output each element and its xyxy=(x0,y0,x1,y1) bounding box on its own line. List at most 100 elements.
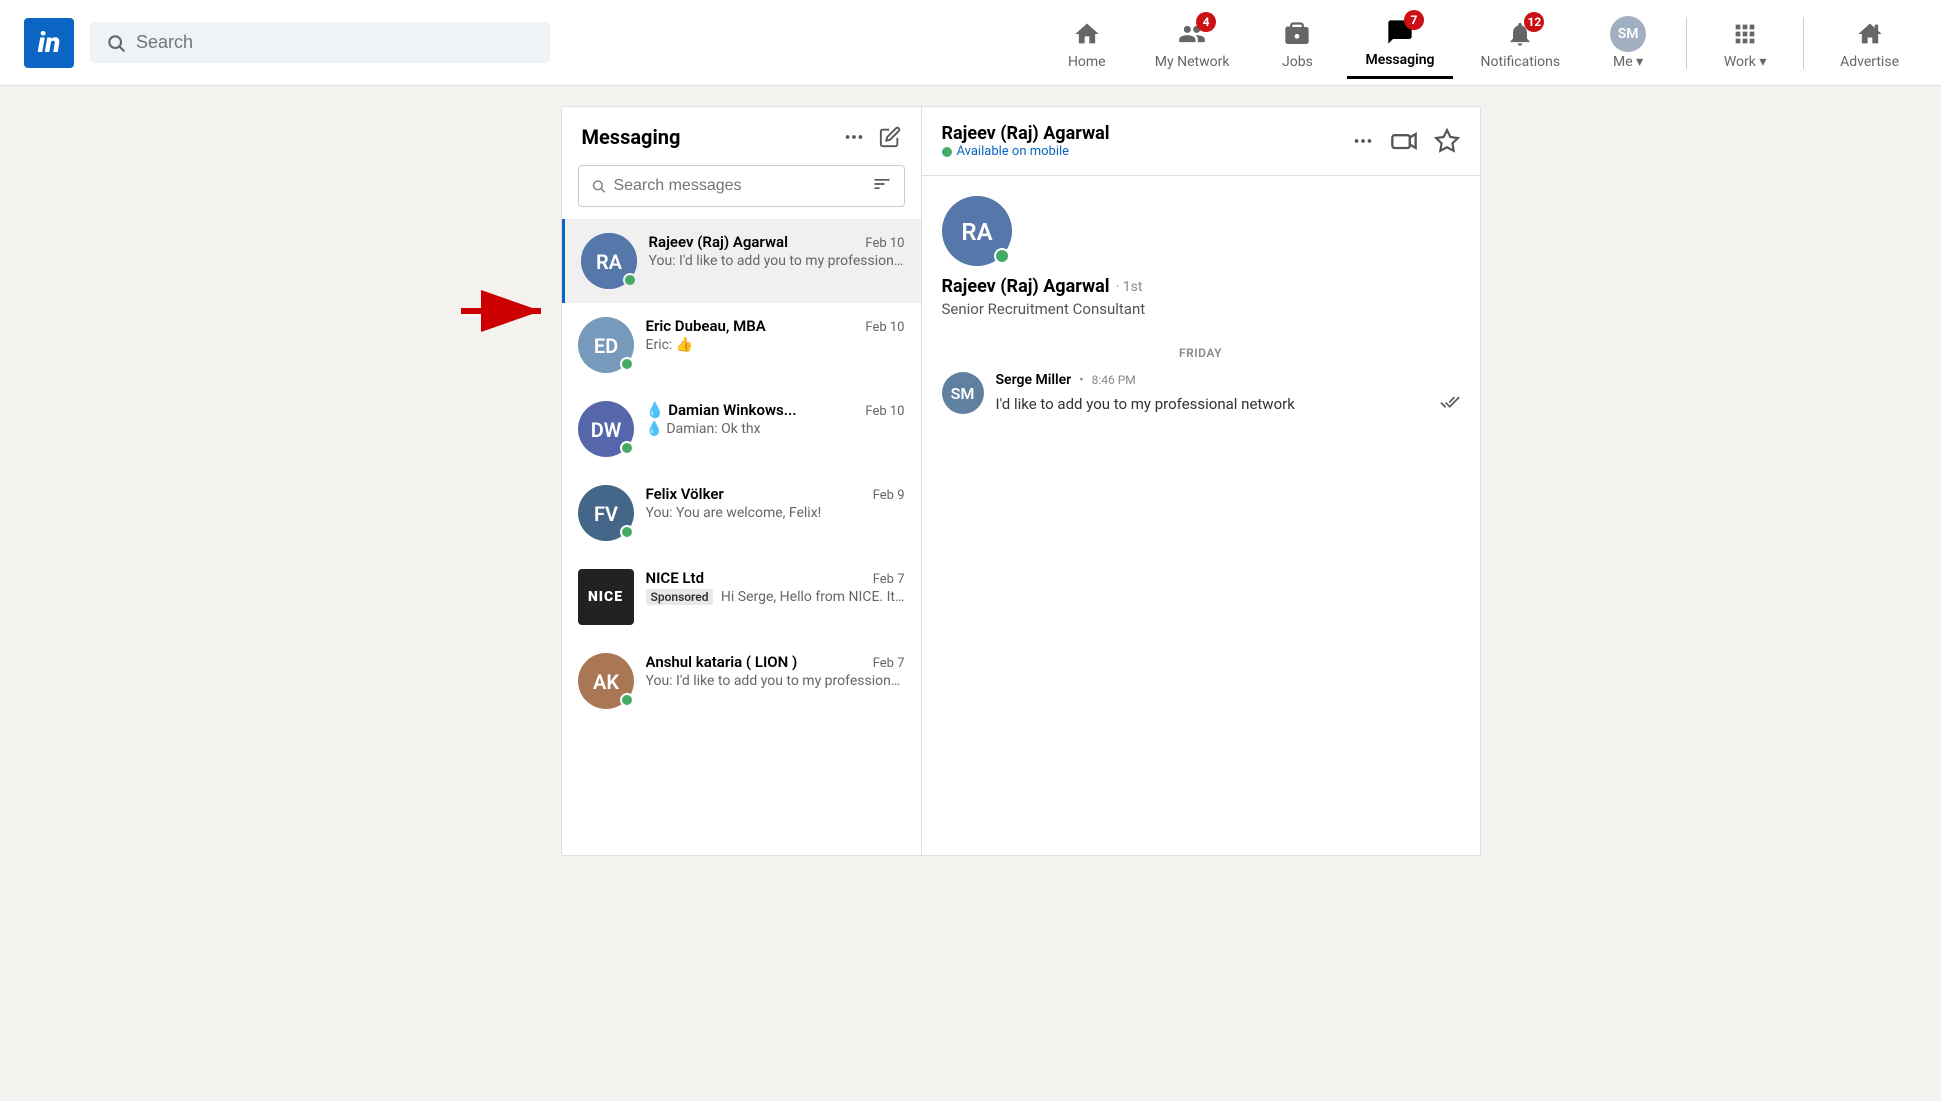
eric-avatar-wrap: ED xyxy=(578,317,634,373)
message-header-actions xyxy=(1352,127,1460,155)
compose-button[interactable] xyxy=(879,126,901,148)
star-icon xyxy=(1434,128,1460,154)
eric-date: Feb 10 xyxy=(865,320,904,335)
damian-online-dot xyxy=(620,441,634,455)
nav-messaging[interactable]: 7 Messaging xyxy=(1347,6,1452,79)
message-row: SM Serge Miller • 8:46 PM I'd like to ad… xyxy=(942,372,1460,416)
damian-preview: 💧 Damian: Ok thx xyxy=(646,421,905,437)
video-icon xyxy=(1390,127,1418,155)
notifications-badge: 12 xyxy=(1524,12,1544,32)
anshul-name: Anshul kataria ( LION ) xyxy=(646,653,798,671)
anshul-online-dot xyxy=(620,693,634,707)
home-icon-wrap xyxy=(1073,16,1101,52)
nav-me[interactable]: SM Me ▾ xyxy=(1588,8,1668,78)
contact-header-info: Rajeev (Raj) Agarwal Available on mobile xyxy=(942,123,1110,159)
conversation-item-eric[interactable]: ED Eric Dubeau, MBA Feb 10 Eric: 👍 xyxy=(562,303,921,387)
rajeev-name: Rajeev (Raj) Agarwal xyxy=(649,233,788,251)
nav-messaging-label: Messaging xyxy=(1365,52,1434,68)
contact-name-row: Rajeev (Raj) Agarwal · 1st xyxy=(942,276,1143,297)
message-sender-name: Serge Miller xyxy=(996,372,1072,388)
sidebar-actions xyxy=(843,126,901,148)
nav-network-label: My Network xyxy=(1155,54,1230,70)
svg-text:AK: AK xyxy=(592,670,618,694)
check-double-icon xyxy=(1440,392,1460,412)
header: in Home 4 My Network xyxy=(0,0,1941,86)
red-arrow-left-indicator xyxy=(461,286,551,336)
nav-advertise[interactable]: Advertise xyxy=(1822,8,1917,78)
felix-preview: You: You are welcome, Felix! xyxy=(646,505,905,521)
nav-notifications[interactable]: 12 Notifications xyxy=(1463,8,1579,78)
message-meta: Serge Miller • 8:46 PM xyxy=(996,372,1460,388)
nav-home-label: Home xyxy=(1068,54,1106,70)
bell-icon-wrap: 12 xyxy=(1506,16,1534,52)
felix-conv-info: Felix Völker Feb 9 You: You are welcome,… xyxy=(646,485,905,521)
status-dot xyxy=(942,147,952,157)
nav-home[interactable]: Home xyxy=(1047,8,1127,78)
more-options-button[interactable] xyxy=(843,126,865,148)
message-search-input[interactable] xyxy=(613,177,863,195)
nice-conv-info: NICE Ltd Feb 7 Sponsored Hi Serge, Hello… xyxy=(646,569,905,605)
nice-name: NICE Ltd xyxy=(646,569,705,587)
felix-date: Feb 9 xyxy=(873,488,905,503)
ellipsis-header-icon xyxy=(1352,130,1374,152)
compose-icon xyxy=(879,126,901,148)
felix-online-dot xyxy=(620,525,634,539)
conversation-item-damian[interactable]: DW 💧 Damian Winkows... Feb 10 xyxy=(562,387,921,471)
sponsored-badge: Sponsored xyxy=(646,589,714,605)
conversation-item-anshul[interactable]: AK Anshul kataria ( LION ) Feb 7 You: I'… xyxy=(562,639,921,723)
star-button[interactable] xyxy=(1434,128,1460,154)
felix-avatar-wrap: FV xyxy=(578,485,634,541)
contact-title: Senior Recruitment Consultant xyxy=(942,300,1146,318)
conversation-item-nice[interactable]: NICE NICE Ltd Feb 7 Sponsored Hi Serge, … xyxy=(562,555,921,639)
rajeev-conv-top: Rajeev (Raj) Agarwal Feb 10 xyxy=(649,233,905,251)
conversation-item-rajeev[interactable]: RA Rajeev (Raj) Agarwal Feb 10 You: I'd … xyxy=(562,219,921,303)
nav-work[interactable]: Work ▾ xyxy=(1705,8,1785,78)
nav-jobs[interactable]: Jobs xyxy=(1257,8,1337,78)
nav-me-label: Me ▾ xyxy=(1613,54,1643,70)
linkedin-logo[interactable]: in xyxy=(24,18,74,68)
nav-my-network[interactable]: 4 My Network xyxy=(1137,8,1248,78)
me-avatar-wrap: SM xyxy=(1610,16,1646,52)
contact-intro: RA Rajeev (Raj) Agarwal · 1st Senior Rec… xyxy=(942,196,1460,334)
message-sender-avatar: SM xyxy=(942,372,984,414)
jobs-icon xyxy=(1283,20,1311,48)
grid-icon-wrap xyxy=(1731,16,1759,52)
messaging-icon-wrap: 7 xyxy=(1386,14,1414,50)
message-text-row: I'd like to add you to my professional n… xyxy=(996,392,1460,416)
messaging-container: Messaging xyxy=(561,106,1481,856)
conversation-list: RA Rajeev (Raj) Agarwal Feb 10 You: I'd … xyxy=(562,219,921,855)
damian-avatar-wrap: DW xyxy=(578,401,634,457)
message-read-icon xyxy=(1440,392,1460,416)
messaging-badge: 7 xyxy=(1404,10,1424,30)
online-indicator xyxy=(623,273,637,287)
main-content: Messaging xyxy=(0,0,1941,856)
svg-text:FV: FV xyxy=(594,502,618,526)
message-body: RA Rajeev (Raj) Agarwal · 1st Senior Rec… xyxy=(922,176,1480,855)
messaging-wrapper: Messaging xyxy=(561,86,1481,856)
global-search-bar[interactable] xyxy=(90,22,550,63)
conversation-item-felix[interactable]: FV Felix Völker Feb 9 You: You are welco… xyxy=(562,471,921,555)
rajeev-conv-info: Rajeev (Raj) Agarwal Feb 10 You: I'd lik… xyxy=(649,233,905,269)
network-icon-wrap: 4 xyxy=(1178,16,1206,52)
nav-divider-2 xyxy=(1803,17,1804,69)
home-icon xyxy=(1073,20,1101,48)
nice-date: Feb 7 xyxy=(873,572,905,587)
nice-preview: Sponsored Hi Serge, Hello from NICE. It'… xyxy=(646,589,905,605)
filter-button[interactable] xyxy=(872,174,892,198)
nice-avatar: NICE xyxy=(578,569,634,625)
message-search-bar[interactable] xyxy=(578,165,905,207)
svg-text:RA: RA xyxy=(961,218,992,246)
search-icon xyxy=(106,33,126,53)
damian-name: 💧 Damian Winkows... xyxy=(646,401,797,419)
message-text: I'd like to add you to my professional n… xyxy=(996,393,1295,416)
message-time: 8:46 PM xyxy=(1092,373,1136,387)
more-options-header-button[interactable] xyxy=(1352,130,1374,152)
main-nav: Home 4 My Network Jobs xyxy=(1047,6,1917,79)
anshul-conv-info: Anshul kataria ( LION ) Feb 7 You: I'd l… xyxy=(646,653,905,689)
rajeev-date: Feb 10 xyxy=(865,236,904,251)
msg-search-icon xyxy=(591,177,606,195)
search-input[interactable] xyxy=(136,32,534,53)
grid-icon xyxy=(1731,20,1759,48)
avatar: SM xyxy=(1610,16,1646,52)
video-call-button[interactable] xyxy=(1390,127,1418,155)
